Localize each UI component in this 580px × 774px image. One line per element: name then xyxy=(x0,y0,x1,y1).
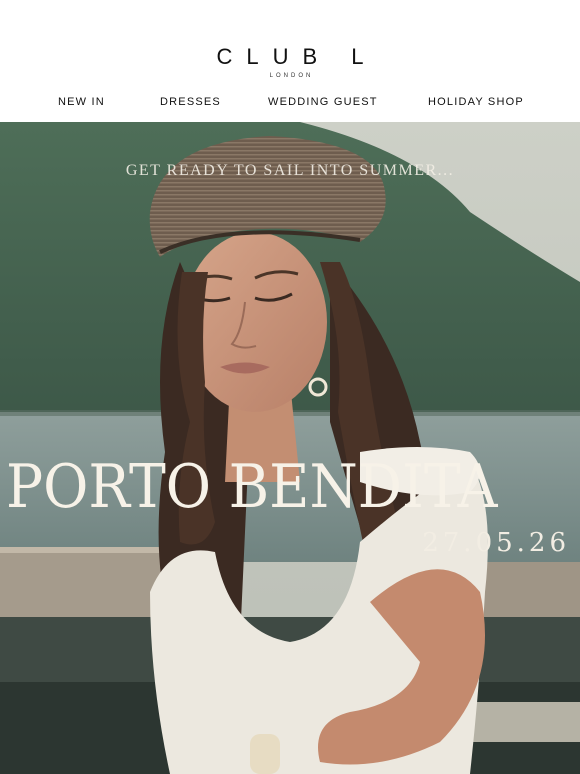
email-page: CLUB L LONDON NEW IN DRESSES WEDDING GUE… xyxy=(0,0,580,774)
hero-title: PORTO BENDITA xyxy=(6,452,498,522)
nav-item-dresses[interactable]: DRESSES xyxy=(160,96,221,108)
hero-tagline: GET READY TO SAIL INTO SUMMER... xyxy=(125,162,455,179)
header: CLUB L LONDON NEW IN DRESSES WEDDING GUE… xyxy=(0,0,580,122)
nav-item-holiday-shop[interactable]: HOLIDAY SHOP xyxy=(428,96,524,108)
nav-item-wedding-guest[interactable]: WEDDING GUEST xyxy=(268,96,378,108)
brand-logo[interactable]: CLUB L LONDON xyxy=(0,44,580,80)
logo-text: CLUB L xyxy=(216,44,378,69)
nav-item-new-in[interactable]: NEW IN xyxy=(58,96,105,108)
logo-subtitle: LONDON xyxy=(269,73,314,79)
hero-banner[interactable]: GET READY TO SAIL INTO SUMMER... PORTO B… xyxy=(0,122,580,774)
hero-date: 27.05.26 xyxy=(422,528,570,558)
main-nav: NEW IN DRESSES WEDDING GUEST HOLIDAY SHO… xyxy=(0,96,580,112)
hero-image xyxy=(0,122,580,774)
